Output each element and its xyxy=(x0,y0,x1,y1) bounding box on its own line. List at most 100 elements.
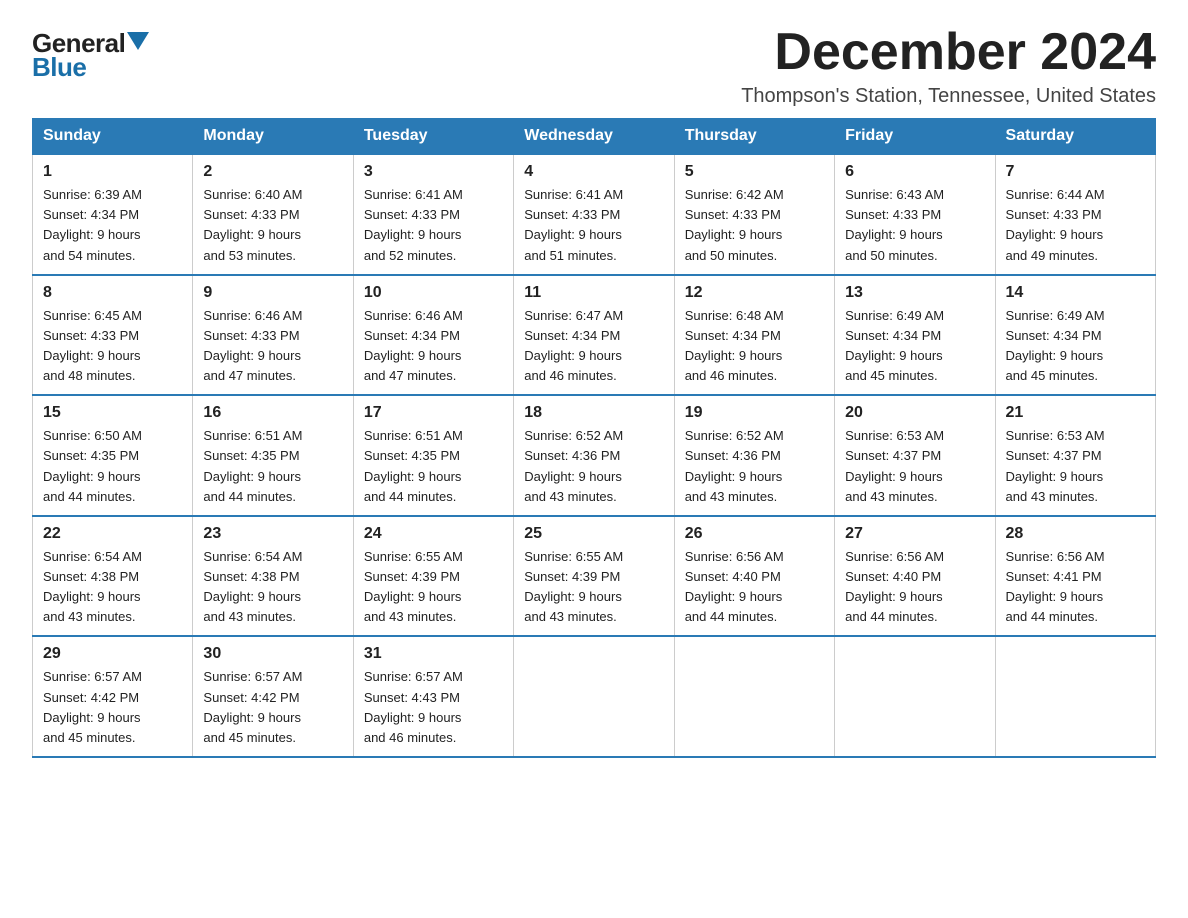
daylight-minutes: and 50 minutes. xyxy=(845,248,938,263)
daylight-label: Daylight: 9 hours xyxy=(685,589,783,604)
day-cell-3: 3 Sunrise: 6:41 AM Sunset: 4:33 PM Dayli… xyxy=(353,154,513,275)
day-number: 18 xyxy=(524,404,663,422)
daylight-label: Daylight: 9 hours xyxy=(364,348,462,363)
day-number: 9 xyxy=(203,284,342,302)
day-cell-31: 31 Sunrise: 6:57 AM Sunset: 4:43 PM Dayl… xyxy=(353,636,513,757)
daylight-label: Daylight: 9 hours xyxy=(685,348,783,363)
daylight-minutes: and 43 minutes. xyxy=(364,609,457,624)
sunrise-label: Sunrise: 6:48 AM xyxy=(685,308,784,323)
daylight-label: Daylight: 9 hours xyxy=(203,227,301,242)
day-number: 19 xyxy=(685,404,824,422)
day-info: Sunrise: 6:52 AM Sunset: 4:36 PM Dayligh… xyxy=(524,426,663,507)
day-cell-8: 8 Sunrise: 6:45 AM Sunset: 4:33 PM Dayli… xyxy=(33,275,193,396)
day-info: Sunrise: 6:53 AM Sunset: 4:37 PM Dayligh… xyxy=(1006,426,1145,507)
daylight-minutes: and 46 minutes. xyxy=(685,368,778,383)
sunset-label: Sunset: 4:42 PM xyxy=(43,690,139,705)
sunset-label: Sunset: 4:40 PM xyxy=(845,569,941,584)
logo: General Blue xyxy=(32,30,149,80)
day-cell-25: 25 Sunrise: 6:55 AM Sunset: 4:39 PM Dayl… xyxy=(514,516,674,637)
day-info: Sunrise: 6:51 AM Sunset: 4:35 PM Dayligh… xyxy=(203,426,342,507)
daylight-label: Daylight: 9 hours xyxy=(43,469,141,484)
day-cell-26: 26 Sunrise: 6:56 AM Sunset: 4:40 PM Dayl… xyxy=(674,516,834,637)
day-cell-23: 23 Sunrise: 6:54 AM Sunset: 4:38 PM Dayl… xyxy=(193,516,353,637)
daylight-label: Daylight: 9 hours xyxy=(845,227,943,242)
sunset-label: Sunset: 4:37 PM xyxy=(845,448,941,463)
sunrise-label: Sunrise: 6:57 AM xyxy=(43,669,142,684)
sunrise-label: Sunrise: 6:45 AM xyxy=(43,308,142,323)
sunset-label: Sunset: 4:42 PM xyxy=(203,690,299,705)
sunset-label: Sunset: 4:36 PM xyxy=(524,448,620,463)
day-info: Sunrise: 6:51 AM Sunset: 4:35 PM Dayligh… xyxy=(364,426,503,507)
sunrise-label: Sunrise: 6:56 AM xyxy=(685,549,784,564)
weekday-header-row: SundayMondayTuesdayWednesdayThursdayFrid… xyxy=(33,119,1156,155)
sunrise-label: Sunrise: 6:55 AM xyxy=(524,549,623,564)
day-info: Sunrise: 6:57 AM Sunset: 4:42 PM Dayligh… xyxy=(43,667,182,748)
weekday-header-saturday: Saturday xyxy=(995,119,1155,155)
sunset-label: Sunset: 4:38 PM xyxy=(203,569,299,584)
sunset-label: Sunset: 4:33 PM xyxy=(524,207,620,222)
daylight-label: Daylight: 9 hours xyxy=(524,227,622,242)
day-cell-30: 30 Sunrise: 6:57 AM Sunset: 4:42 PM Dayl… xyxy=(193,636,353,757)
day-cell-2: 2 Sunrise: 6:40 AM Sunset: 4:33 PM Dayli… xyxy=(193,154,353,275)
daylight-minutes: and 45 minutes. xyxy=(203,730,296,745)
day-info: Sunrise: 6:45 AM Sunset: 4:33 PM Dayligh… xyxy=(43,306,182,387)
weekday-header-monday: Monday xyxy=(193,119,353,155)
sunrise-label: Sunrise: 6:49 AM xyxy=(845,308,944,323)
sunset-label: Sunset: 4:33 PM xyxy=(845,207,941,222)
day-number: 23 xyxy=(203,525,342,543)
month-year-title: December 2024 xyxy=(741,24,1156,81)
day-info: Sunrise: 6:57 AM Sunset: 4:42 PM Dayligh… xyxy=(203,667,342,748)
sunrise-label: Sunrise: 6:52 AM xyxy=(524,428,623,443)
calendar-table: SundayMondayTuesdayWednesdayThursdayFrid… xyxy=(32,118,1156,758)
day-number: 24 xyxy=(364,525,503,543)
daylight-minutes: and 44 minutes. xyxy=(1006,609,1099,624)
day-cell-24: 24 Sunrise: 6:55 AM Sunset: 4:39 PM Dayl… xyxy=(353,516,513,637)
sunset-label: Sunset: 4:33 PM xyxy=(685,207,781,222)
daylight-label: Daylight: 9 hours xyxy=(203,469,301,484)
sunset-label: Sunset: 4:33 PM xyxy=(203,207,299,222)
day-number: 27 xyxy=(845,525,984,543)
day-info: Sunrise: 6:55 AM Sunset: 4:39 PM Dayligh… xyxy=(524,547,663,628)
day-number: 26 xyxy=(685,525,824,543)
week-row-5: 29 Sunrise: 6:57 AM Sunset: 4:42 PM Dayl… xyxy=(33,636,1156,757)
day-cell-18: 18 Sunrise: 6:52 AM Sunset: 4:36 PM Dayl… xyxy=(514,395,674,516)
daylight-minutes: and 45 minutes. xyxy=(845,368,938,383)
day-cell-13: 13 Sunrise: 6:49 AM Sunset: 4:34 PM Dayl… xyxy=(835,275,995,396)
weekday-header-friday: Friday xyxy=(835,119,995,155)
day-cell-10: 10 Sunrise: 6:46 AM Sunset: 4:34 PM Dayl… xyxy=(353,275,513,396)
daylight-minutes: and 43 minutes. xyxy=(1006,489,1099,504)
sunset-label: Sunset: 4:34 PM xyxy=(364,328,460,343)
day-cell-22: 22 Sunrise: 6:54 AM Sunset: 4:38 PM Dayl… xyxy=(33,516,193,637)
day-cell-4: 4 Sunrise: 6:41 AM Sunset: 4:33 PM Dayli… xyxy=(514,154,674,275)
sunrise-label: Sunrise: 6:46 AM xyxy=(364,308,463,323)
sunrise-label: Sunrise: 6:39 AM xyxy=(43,187,142,202)
daylight-minutes: and 43 minutes. xyxy=(845,489,938,504)
day-cell-5: 5 Sunrise: 6:42 AM Sunset: 4:33 PM Dayli… xyxy=(674,154,834,275)
sunset-label: Sunset: 4:39 PM xyxy=(524,569,620,584)
daylight-minutes: and 43 minutes. xyxy=(685,489,778,504)
day-info: Sunrise: 6:39 AM Sunset: 4:34 PM Dayligh… xyxy=(43,185,182,266)
day-number: 16 xyxy=(203,404,342,422)
daylight-label: Daylight: 9 hours xyxy=(43,348,141,363)
title-block: December 2024 Thompson's Station, Tennes… xyxy=(741,24,1156,108)
day-cell-12: 12 Sunrise: 6:48 AM Sunset: 4:34 PM Dayl… xyxy=(674,275,834,396)
day-cell-15: 15 Sunrise: 6:50 AM Sunset: 4:35 PM Dayl… xyxy=(33,395,193,516)
logo-blue-text: Blue xyxy=(32,54,86,80)
day-cell-19: 19 Sunrise: 6:52 AM Sunset: 4:36 PM Dayl… xyxy=(674,395,834,516)
day-info: Sunrise: 6:57 AM Sunset: 4:43 PM Dayligh… xyxy=(364,667,503,748)
daylight-minutes: and 44 minutes. xyxy=(43,489,136,504)
day-info: Sunrise: 6:41 AM Sunset: 4:33 PM Dayligh… xyxy=(524,185,663,266)
day-number: 15 xyxy=(43,404,182,422)
sunset-label: Sunset: 4:35 PM xyxy=(364,448,460,463)
day-cell-7: 7 Sunrise: 6:44 AM Sunset: 4:33 PM Dayli… xyxy=(995,154,1155,275)
sunset-label: Sunset: 4:34 PM xyxy=(43,207,139,222)
daylight-label: Daylight: 9 hours xyxy=(43,589,141,604)
location-subtitle: Thompson's Station, Tennessee, United St… xyxy=(741,85,1156,108)
daylight-minutes: and 44 minutes. xyxy=(203,489,296,504)
day-info: Sunrise: 6:44 AM Sunset: 4:33 PM Dayligh… xyxy=(1006,185,1145,266)
day-info: Sunrise: 6:53 AM Sunset: 4:37 PM Dayligh… xyxy=(845,426,984,507)
day-number: 3 xyxy=(364,163,503,181)
day-number: 6 xyxy=(845,163,984,181)
sunrise-label: Sunrise: 6:53 AM xyxy=(845,428,944,443)
daylight-minutes: and 49 minutes. xyxy=(1006,248,1099,263)
